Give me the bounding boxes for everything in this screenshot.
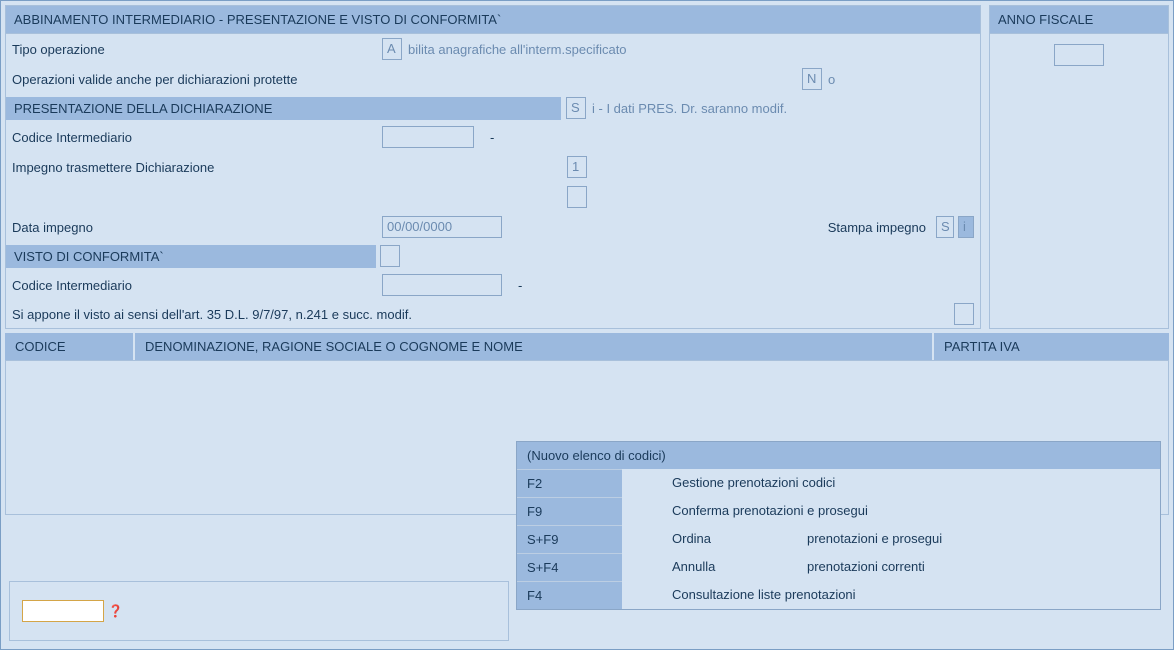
op-valide-label: Operazioni valide anche per dichiarazion… [12,72,802,87]
visto-input[interactable] [380,245,400,267]
codice-intermediario-2-label: Codice Intermediario [12,278,382,293]
stampa-label: Stampa impegno [828,220,926,235]
table-header-row: CODICE DENOMINAZIONE, RAGIONE SOCIALE O … [5,333,1169,360]
op-valide-hint: o [828,72,835,87]
visto-section: VISTO DI CONFORMITA` [6,245,376,268]
data-impegno-input[interactable]: 00/00/0000 [382,216,502,238]
shortcut-desc: Consultazione liste prenotazioni [622,581,1160,609]
anno-fiscale-title: ANNO FISCALE [990,6,1168,34]
col-denominazione: DENOMINAZIONE, RAGIONE SOCIALE O COGNOME… [135,333,934,360]
main-panel: ABBINAMENTO INTERMEDIARIO - PRESENTAZION… [5,5,981,329]
op-valide-input[interactable]: N [802,68,822,90]
popup-row: F2 Gestione prenotazioni codici [517,469,1160,497]
impegno-label: Impegno trasmettere Dichiarazione [12,160,567,175]
col-codice: CODICE [5,333,135,360]
popup-row: S+F9 Ordinaprenotazioni e prosegui [517,525,1160,553]
codice-intermediario-label: Codice Intermediario [12,130,382,145]
codice-intermediario-input[interactable] [382,126,474,148]
stampa-input-1[interactable]: S [936,216,954,238]
command-input[interactable] [22,600,104,622]
visto-note: Si appone il visto ai sensi dell'art. 35… [12,307,412,322]
tipo-operazione-hint: bilita anagrafiche all'interm.specificat… [408,42,627,57]
tipo-operazione-label: Tipo operazione [12,42,382,57]
shortcut-desc: Gestione prenotazioni codici [622,469,1160,497]
help-icon[interactable]: ❓ [108,604,123,618]
shortcut-key: F9 [527,504,542,519]
col-partita-iva: PARTITA IVA [934,333,1169,360]
shortcut-key: S+F4 [527,560,558,575]
popup-title: (Nuovo elenco di codici) [517,442,1160,469]
data-impegno-label: Data impegno [12,220,382,235]
dash-2: - [518,278,522,293]
shortcut-desc: Ordinaprenotazioni e prosegui [622,525,1160,553]
anno-fiscale-input[interactable] [1054,44,1104,66]
shortcuts-popup: (Nuovo elenco di codici) F2 Gestione pre… [516,441,1161,610]
shortcut-desc: Conferma prenotazioni e prosegui [622,497,1160,525]
stampa-input-2[interactable]: i [958,216,974,238]
popup-row: F9 Conferma prenotazioni e prosegui [517,497,1160,525]
popup-row: F4 Consultazione liste prenotazioni [517,581,1160,609]
anno-fiscale-panel: ANNO FISCALE [989,5,1169,329]
bottom-input-panel: ❓ [9,581,509,641]
presentazione-section: PRESENTAZIONE DELLA DICHIARAZIONE [6,97,561,120]
shortcut-key: F2 [527,476,542,491]
impegno-input[interactable]: 1 [567,156,587,178]
extra-input-1[interactable] [567,186,587,208]
codice-intermediario-2-input[interactable] [382,274,502,296]
shortcut-key: S+F9 [527,532,558,547]
shortcut-key: F4 [527,588,542,603]
presentazione-input[interactable]: S [566,97,586,119]
tipo-operazione-input[interactable]: A [382,38,402,60]
visto-extra-input[interactable] [954,303,974,325]
popup-row: S+F4 Annullaprenotazioni correnti [517,553,1160,581]
main-title: ABBINAMENTO INTERMEDIARIO - PRESENTAZION… [6,6,980,34]
shortcut-desc: Annullaprenotazioni correnti [622,553,1160,581]
dash: - [490,130,494,145]
presentazione-hint: i - I dati PRES. Dr. saranno modif. [592,101,787,116]
